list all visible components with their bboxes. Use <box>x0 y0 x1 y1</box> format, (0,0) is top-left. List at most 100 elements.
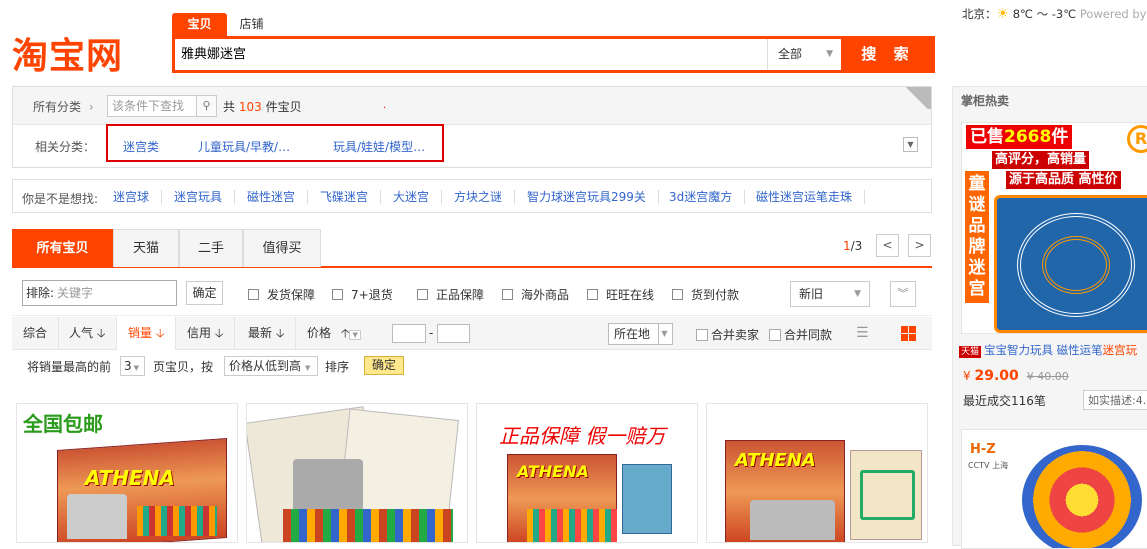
suggestion-link[interactable]: 磁性迷宫 <box>247 190 309 204</box>
taobao-logo[interactable]: 淘宝网 <box>12 36 154 76</box>
checkbox[interactable] <box>332 289 343 300</box>
arrow-down-icon: 🡣 <box>214 326 224 340</box>
tab-all-items[interactable]: 所有宝贝 <box>12 229 113 267</box>
checkbox[interactable] <box>248 289 259 300</box>
search-icon[interactable]: ⚲ <box>197 95 217 117</box>
top-sales-count-select[interactable]: 3 ▼ <box>120 356 145 376</box>
top-sales-label: 将销量最高的前 <box>27 360 112 374</box>
brand-logo: H-Z <box>970 442 996 457</box>
sun-icon: ☀ <box>996 6 1010 22</box>
chevron-right-icon: › <box>88 100 94 114</box>
tab-secondhand[interactable]: 二手 <box>179 229 243 267</box>
price-max-input[interactable] <box>437 324 470 343</box>
sort-label: 人气 <box>69 326 94 340</box>
product-image <box>247 406 463 542</box>
suggestion-link[interactable]: 迷宫玩具 <box>174 190 236 204</box>
sort-newest[interactable]: 最新 🡣 <box>237 317 297 350</box>
result-tabs: 所有宝贝 天猫 二手 值得买 1/3 < > <box>12 229 932 268</box>
search-tab-items[interactable]: 宝贝 <box>172 13 227 36</box>
filter-checkbox[interactable]: 发货保障 <box>248 286 315 303</box>
top-sales-order: 价格从低到高 <box>229 359 302 373</box>
suggestion-link[interactable]: 飞碟迷宫 <box>320 190 382 204</box>
sort-sales[interactable]: 销量 🡣 <box>117 317 177 350</box>
sidebar-item-title[interactable]: 天猫 宝宝智力玩具 磁性运笔迷宫玩 <box>959 342 1137 358</box>
prev-page-button[interactable]: < <box>876 234 899 257</box>
price-value: 29.00 <box>974 368 1019 384</box>
page-indicator: 1/3 <box>843 239 862 253</box>
related-categories-highlight: 迷宫类 儿童玩具/早教/… 玩具/娃娃/模型… <box>106 124 444 162</box>
arrow-down-icon: 🡣 <box>155 326 165 340</box>
filter-checkbox[interactable]: 旺旺在线 <box>587 286 654 303</box>
all-categories-label: 所有分类 <box>33 100 82 114</box>
tab-worth-buying[interactable]: 值得买 <box>243 229 321 267</box>
sort-credit[interactable]: 信用 🡣 <box>176 317 236 350</box>
related-category-link[interactable]: 玩具/娃娃/模型… <box>333 138 425 155</box>
checkbox[interactable] <box>769 329 781 341</box>
suggestion-link[interactable]: 迷宫球 <box>113 190 163 204</box>
next-page-button[interactable]: > <box>908 234 931 257</box>
collapse-corner-icon[interactable] <box>903 87 931 109</box>
sort-popularity[interactable]: 人气 🡣 <box>58 317 118 350</box>
weather-city: 北京： <box>962 7 997 21</box>
checkbox[interactable] <box>696 329 708 341</box>
search-category-label: 全部 <box>778 47 803 61</box>
product-card[interactable] <box>246 403 468 543</box>
double-chevron-down-icon[interactable]: ︾ <box>890 281 916 307</box>
checkbox[interactable] <box>672 289 683 300</box>
product-brand: ATHENA <box>735 450 816 471</box>
exclude-confirm-button[interactable]: 确定 <box>186 281 223 305</box>
filter-checkbox[interactable]: 正品保障 <box>417 286 484 303</box>
search-input[interactable]: 雅典娜迷宫 <box>175 39 767 70</box>
suggestion-link[interactable]: 3d迷宫魔方 <box>669 190 746 204</box>
count-prefix: 共 <box>223 100 236 114</box>
condition-select[interactable]: 新旧 ▼ <box>790 281 870 307</box>
expand-icon[interactable]: ▼ <box>903 137 918 152</box>
category-filter-input[interactable]: 该条件下查找 <box>107 95 197 117</box>
top-sales-order-select[interactable]: 价格从低到高 ▼ <box>224 356 318 376</box>
brand-vertical-text: 童谜品牌迷宫 <box>965 171 989 303</box>
search-button[interactable]: 搜 索 <box>841 36 935 73</box>
tmall-badge: 天猫 <box>959 346 982 358</box>
filter-checkbox[interactable]: 货到付款 <box>672 286 739 303</box>
location-select[interactable]: 所在地 ▼ <box>608 323 673 345</box>
sort-default[interactable]: 综合 <box>12 317 60 350</box>
merge-seller-checkbox[interactable]: 合并卖家 <box>696 326 759 343</box>
sidebar-product-image[interactable]: 已售2668件 R 高评分，高销量 源于高品质 高性价 童谜品牌迷宫 <box>961 122 1147 334</box>
promo-banner: 全国包邮 <box>23 412 103 436</box>
tab-tmall[interactable]: 天猫 <box>113 229 179 267</box>
grid-view-icon[interactable] <box>901 326 916 341</box>
top-sales-confirm-button[interactable]: 确定 <box>364 356 404 375</box>
list-view-icon[interactable]: ☰ <box>856 326 871 341</box>
search-category-select[interactable]: 全部 ▼ <box>767 39 841 70</box>
checkbox-label: 7+退货 <box>351 288 393 302</box>
suggestion-link[interactable]: 方块之谜 <box>454 190 516 204</box>
checkbox[interactable] <box>417 289 428 300</box>
suggestion-link[interactable]: 磁性迷宫运笔走珠 <box>756 190 866 204</box>
search-tab-shops[interactable]: 店铺 <box>229 13 274 36</box>
merge-same-checkbox[interactable]: 合并同款 <box>769 326 832 343</box>
sidebar-product-image[interactable]: H-Z CCTV 上海 <box>961 429 1147 549</box>
filter-checkbox[interactable]: 海外商品 <box>502 286 569 303</box>
suggestion-link[interactable]: 大迷宫 <box>393 190 443 204</box>
checkbox[interactable] <box>587 289 598 300</box>
filter-bar: 排除: 关键字 确定 发货保障 7+退货 正品保障 海外商品 旺旺在线 货到付款 … <box>12 270 932 316</box>
product-brand: ATHENA <box>85 466 175 490</box>
top-sales-label: 排序 <box>325 360 350 374</box>
condition-label: 新旧 <box>799 287 824 301</box>
sort-price[interactable]: 价格 🡡 ▼ <box>296 317 372 350</box>
checkbox[interactable] <box>502 289 513 300</box>
filter-checkbox[interactable]: 7+退货 <box>332 286 393 303</box>
sidebar-headline: 源于高品质 高性价 <box>1006 171 1121 189</box>
product-card[interactable]: 正品保障 假一赔万 ATHENA <box>476 403 698 543</box>
product-card[interactable]: ATHENA <box>706 403 928 543</box>
all-categories-link[interactable]: 所有分类 › <box>33 98 94 115</box>
brand-logo-sub: CCTV 上海 <box>968 461 1009 470</box>
related-category-link[interactable]: 儿童玩具/早教/… <box>198 138 290 155</box>
recent-deals: 最近成交116笔 <box>963 394 1046 408</box>
checkbox-label: 货到付款 <box>691 288 740 302</box>
related-category-link[interactable]: 迷宫类 <box>123 138 159 155</box>
exclude-field[interactable]: 排除: 关键字 <box>22 280 177 306</box>
product-card[interactable]: 全国包邮 ATHENA <box>16 403 238 543</box>
suggestion-link[interactable]: 智力球迷宫玩具299关 <box>527 190 659 204</box>
price-min-input[interactable] <box>392 324 426 343</box>
